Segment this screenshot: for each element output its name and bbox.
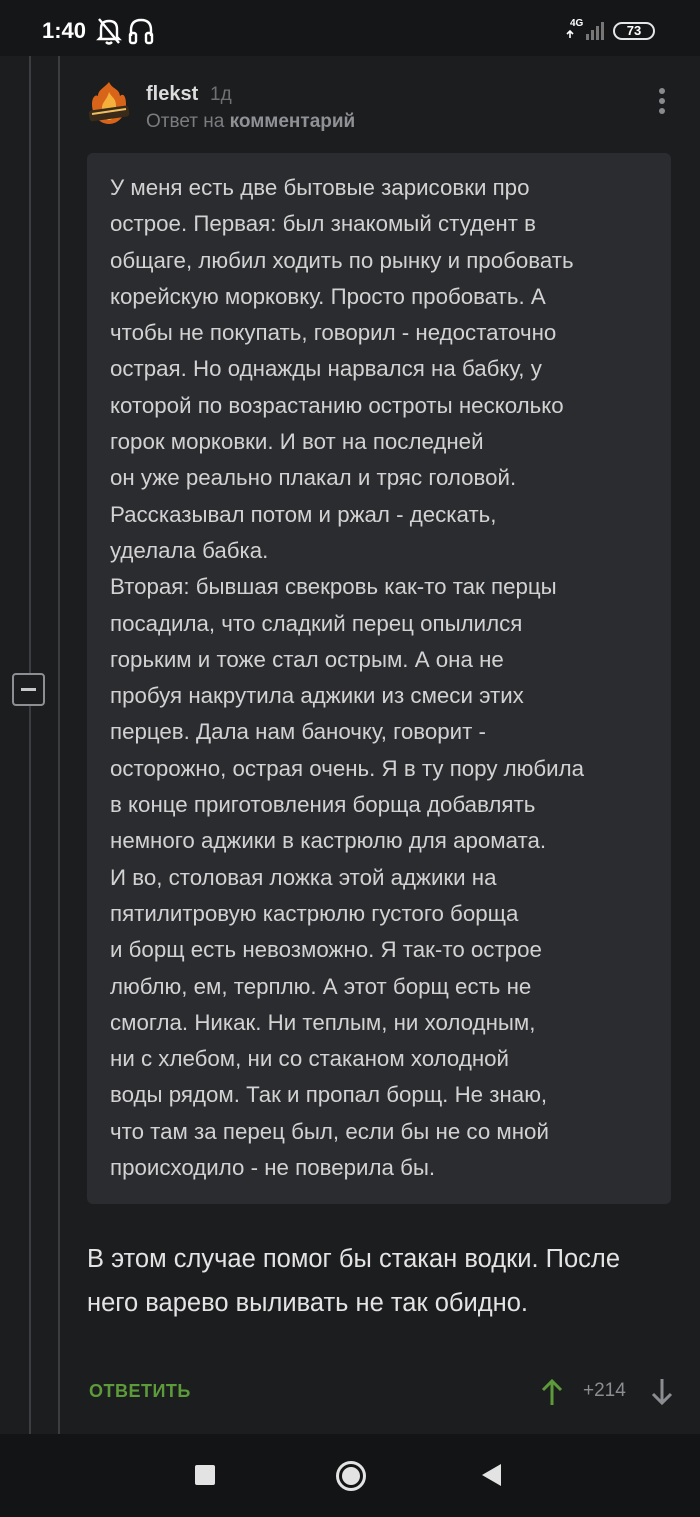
battery-icon: 73 xyxy=(613,22,655,40)
collapse-thread-button[interactable] xyxy=(12,673,45,706)
reply-to-comment-link[interactable]: комментарий xyxy=(230,111,356,132)
bell-off-icon xyxy=(96,18,122,45)
upvote-arrow-icon[interactable] xyxy=(540,1377,564,1407)
svg-text:4G: 4G xyxy=(570,18,584,29)
thread-line xyxy=(29,56,31,1434)
comment-author[interactable]: flekst xyxy=(146,83,198,106)
status-time: 1:40 xyxy=(42,18,87,43)
reply-button[interactable]: ОТВЕТИТЬ xyxy=(89,1381,191,1402)
home-circle-icon[interactable] xyxy=(336,1461,366,1491)
battery-level: 73 xyxy=(626,23,642,38)
comment-text: В этом случае помог бы стакан водки. Пос… xyxy=(87,1245,620,1317)
avatar[interactable] xyxy=(86,80,132,126)
downvote-arrow-icon[interactable] xyxy=(650,1377,674,1407)
comment-rating: +214 xyxy=(583,1380,626,1401)
signal-icon: 4G xyxy=(566,18,604,40)
recents-square-icon[interactable] xyxy=(195,1465,215,1485)
back-triangle-icon[interactable] xyxy=(482,1464,501,1486)
comment-time: 1д xyxy=(210,84,232,105)
reply-to-prefix: Ответ на xyxy=(146,111,230,132)
quote-text: У меня есть две бытовые зарисовки про ос… xyxy=(110,175,585,1181)
reply-to-label: Ответ на комментарий xyxy=(146,111,355,133)
more-options-icon[interactable] xyxy=(655,88,669,122)
thread-line-nested xyxy=(58,56,60,1434)
quoted-comment: У меня есть две бытовые зарисовки про ос… xyxy=(87,153,671,1204)
headset-icon xyxy=(128,18,154,45)
status-bar: 1:40 4G 73 xyxy=(0,0,700,56)
